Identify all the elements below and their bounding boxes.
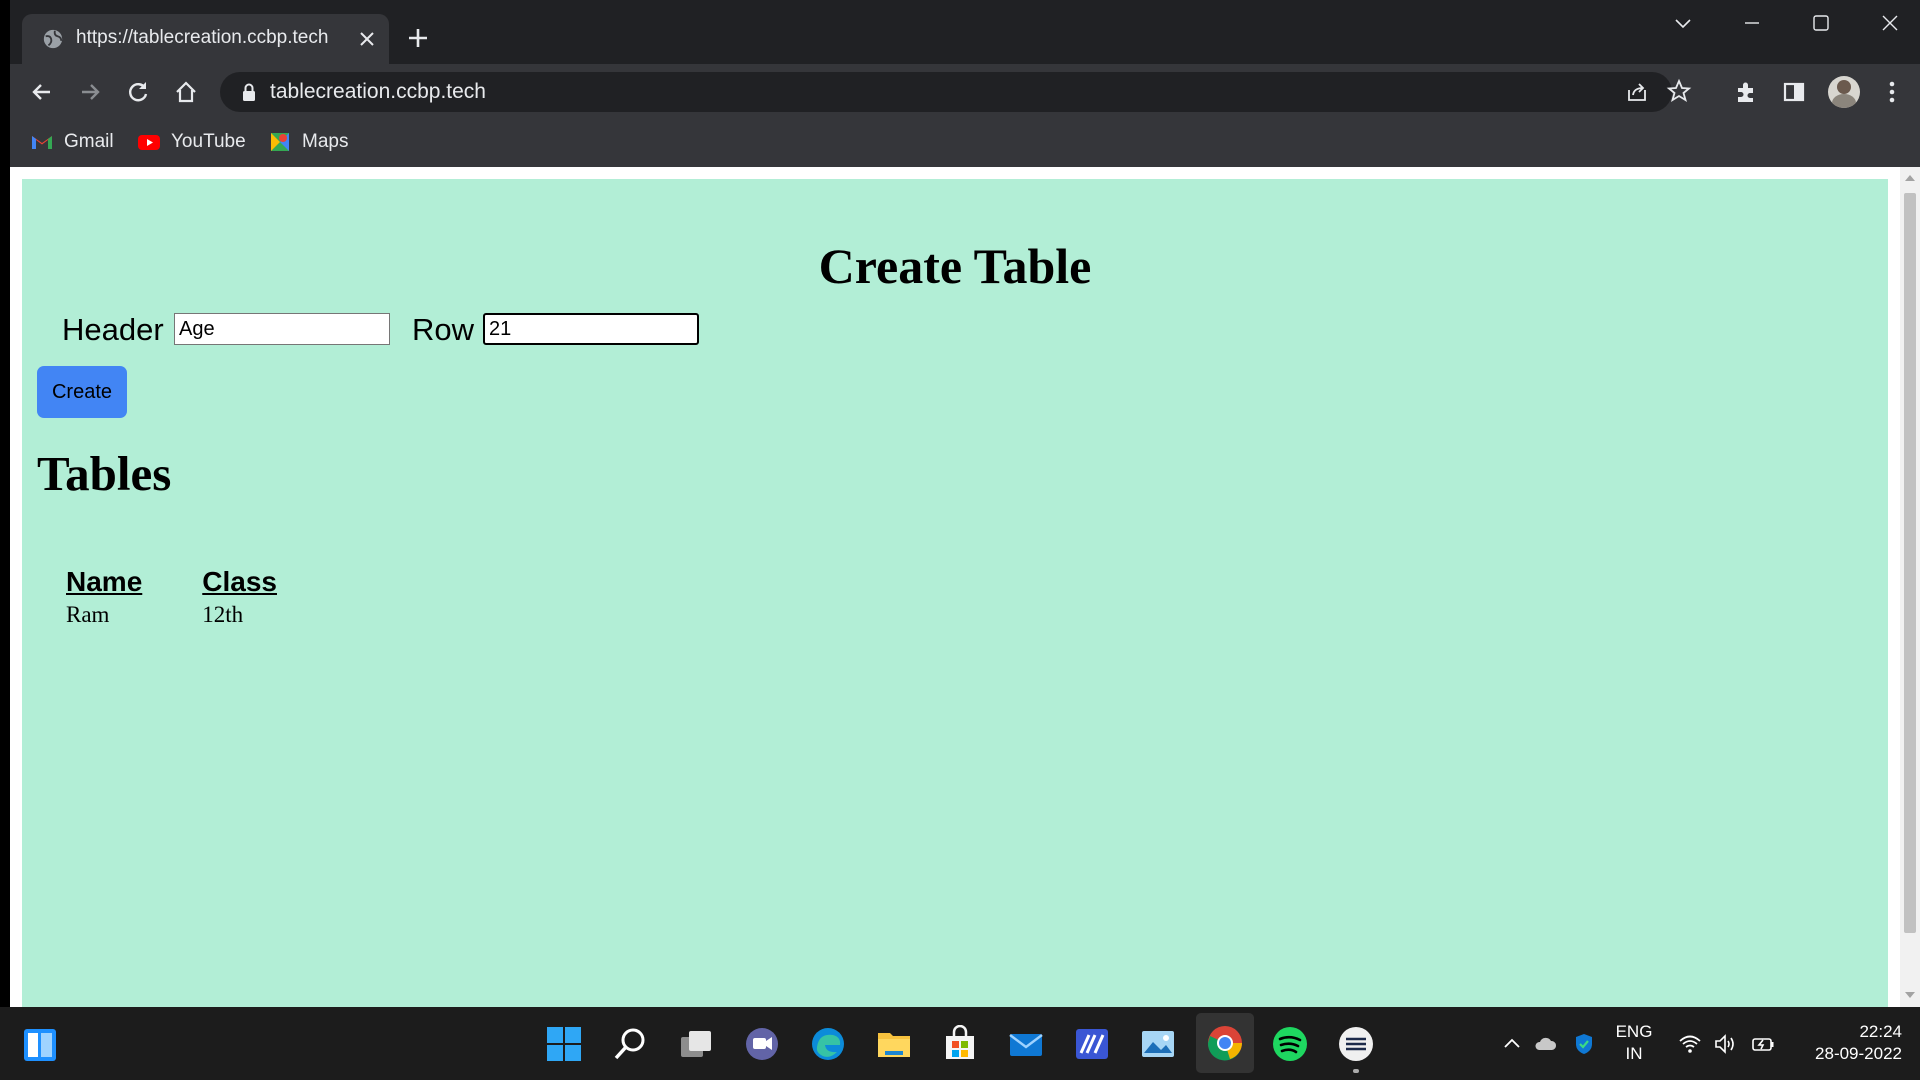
task-view-icon[interactable] [677, 1025, 715, 1063]
close-tab-icon[interactable] [358, 30, 376, 48]
page-container: Create Table Header Row Create Tables Na… [22, 179, 1888, 1007]
side-panel-icon[interactable] [1780, 78, 1808, 106]
vertical-scrollbar[interactable] [1900, 167, 1920, 1007]
edge-icon[interactable] [809, 1025, 847, 1063]
home-icon[interactable] [172, 78, 200, 106]
language-code: ENG [1615, 1022, 1653, 1041]
gmail-icon [32, 136, 52, 149]
mail-icon[interactable] [1007, 1025, 1045, 1063]
onedrive-cloud-icon[interactable] [1534, 1032, 1558, 1056]
table-header-row: Name Class [66, 566, 337, 598]
nxtwave-app-icon[interactable] [1337, 1025, 1375, 1063]
battery-charging-icon[interactable] [1751, 1032, 1775, 1056]
taskbar: ENG IN 22:24 28-09-2022 [0, 1007, 1920, 1080]
bookmark-maps[interactable]: Maps [268, 128, 348, 156]
bookmark-gmail[interactable]: Gmail [30, 128, 114, 156]
browser-tab[interactable]: https://tablecreation.ccbp.tech [22, 14, 389, 64]
scroll-down-arrow-icon[interactable] [1905, 992, 1915, 998]
chrome-icon [1206, 1024, 1244, 1062]
share-icon[interactable] [1625, 80, 1649, 104]
tab-strip: https://tablecreation.ccbp.tech [10, 0, 1920, 64]
table-cell: Ram [66, 602, 110, 627]
address-bar[interactable]: tablecreation.ccbp.tech [220, 72, 1692, 112]
globe-icon [43, 29, 63, 49]
search-icon[interactable] [611, 1025, 649, 1063]
chrome-taskbar-tile[interactable] [1196, 1013, 1254, 1073]
maximize-icon[interactable] [1810, 12, 1832, 34]
browser-window: https://tablecreation.ccbp.tech tablecre… [10, 0, 1920, 1007]
clock[interactable]: 22:24 28-09-2022 [1790, 1021, 1902, 1065]
tab-search-chevron-icon[interactable] [1672, 12, 1694, 34]
bookmark-label: Gmail [64, 131, 114, 152]
table-cell: 12th [202, 602, 244, 627]
widgets-icon[interactable] [22, 1027, 58, 1063]
windows-start-icon[interactable] [545, 1025, 583, 1063]
file-explorer-icon[interactable] [875, 1025, 913, 1063]
url-text: tablecreation.ccbp.tech [270, 80, 486, 103]
tab-title: https://tablecreation.ccbp.tech [76, 27, 329, 48]
youtube-icon [138, 135, 160, 150]
region-code: IN [1625, 1044, 1643, 1063]
minimize-icon[interactable] [1741, 12, 1763, 34]
row-label: Row [412, 312, 475, 347]
back-arrow-icon[interactable] [28, 78, 56, 106]
close-window-icon[interactable] [1879, 12, 1901, 34]
table-row: Ram 12th [66, 598, 337, 628]
page-title: Create Table [818, 238, 1092, 294]
input-language-indicator[interactable]: ENG IN [1612, 1021, 1656, 1065]
running-indicator [1353, 1069, 1359, 1073]
scrollbar-thumb[interactable] [1904, 193, 1916, 933]
teams-chat-icon[interactable] [743, 1025, 781, 1063]
scroll-up-arrow-icon[interactable] [1905, 175, 1915, 181]
bookmarks-bar: Gmail YouTube Maps [10, 120, 1920, 167]
photos-app-icon[interactable] [1139, 1025, 1177, 1063]
header-input[interactable] [174, 313, 390, 345]
bookmark-label: Maps [302, 131, 349, 152]
bookmark-youtube[interactable]: YouTube [137, 128, 246, 156]
profile-avatar[interactable] [1828, 76, 1860, 108]
row-input[interactable] [483, 313, 699, 345]
column-header: Class [202, 566, 277, 597]
lock-icon[interactable] [242, 83, 256, 101]
forward-arrow-icon[interactable] [76, 78, 104, 106]
bookmark-star-icon[interactable] [1666, 78, 1692, 104]
pen-app-icon[interactable] [1073, 1025, 1111, 1063]
menu-kebab-icon[interactable] [1878, 78, 1906, 106]
volume-icon[interactable] [1713, 1032, 1737, 1056]
header-label: Header [62, 312, 164, 347]
column-header: Name [66, 566, 143, 597]
new-tab-icon[interactable] [406, 26, 430, 50]
clock-date: 28-09-2022 [1815, 1044, 1902, 1063]
security-shield-icon[interactable] [1572, 1032, 1596, 1056]
wifi-icon[interactable] [1678, 1032, 1702, 1056]
spotify-icon[interactable] [1271, 1025, 1309, 1063]
data-table: Name Class Ram 12th [66, 566, 337, 628]
maps-icon [271, 133, 289, 151]
extensions-puzzle-icon[interactable] [1732, 78, 1760, 106]
show-hidden-icons-chevron-icon[interactable] [1500, 1032, 1524, 1056]
browser-toolbar: tablecreation.ccbp.tech [10, 64, 1920, 120]
clock-time: 22:24 [1859, 1022, 1902, 1041]
microsoft-store-icon[interactable] [941, 1025, 979, 1063]
create-button[interactable]: Create [37, 366, 127, 418]
reload-icon[interactable] [124, 78, 152, 106]
bookmark-label: YouTube [171, 131, 246, 152]
page-viewport: Create Table Header Row Create Tables Na… [10, 167, 1920, 1007]
tables-heading: Tables [37, 446, 172, 501]
